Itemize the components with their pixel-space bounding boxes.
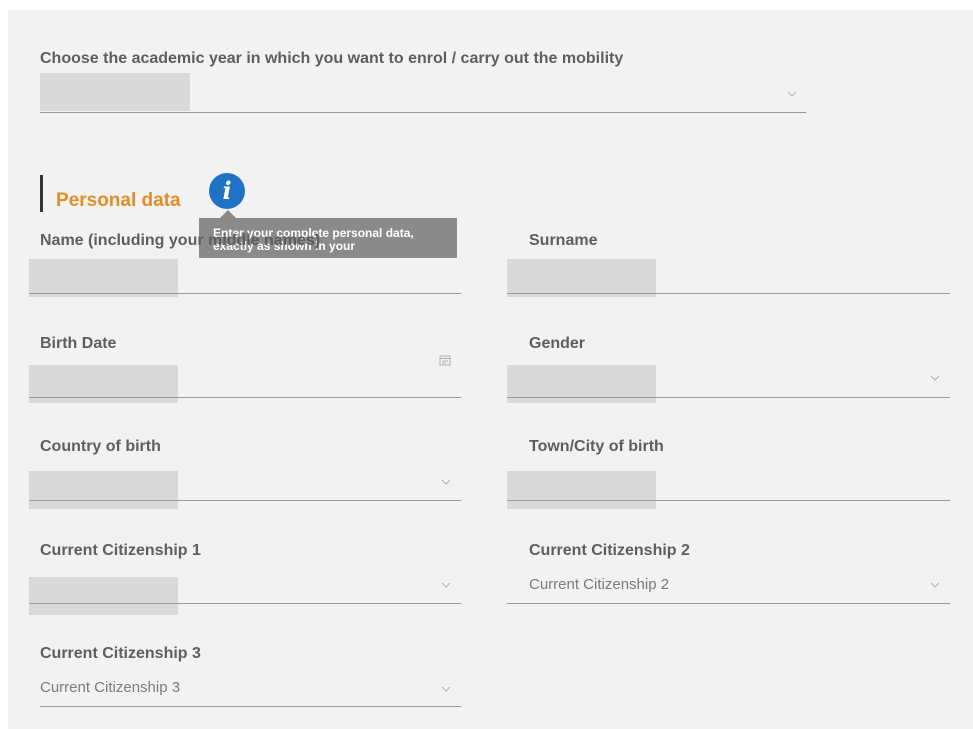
- chevron-down-icon[interactable]: [440, 581, 452, 589]
- country-of-birth-underline: [29, 500, 461, 501]
- calendar-icon[interactable]: [439, 353, 451, 366]
- citizenship-2-underline: [507, 603, 950, 604]
- academic-year-label: Choose the academic year in which you wa…: [40, 50, 624, 67]
- gender-underline: [507, 397, 950, 398]
- citizenship-1-select[interactable]: [29, 577, 178, 615]
- birth-date-underline: [29, 397, 461, 398]
- name-underline: [29, 293, 461, 294]
- town-of-birth-label: Town/City of birth: [529, 438, 664, 455]
- citizenship-1-underline: [29, 603, 461, 604]
- chevron-down-icon[interactable]: [786, 90, 798, 98]
- citizenship-3-underline: [40, 706, 461, 707]
- citizenship-3-label: Current Citizenship 3: [40, 645, 201, 662]
- citizenship-3-select[interactable]: Current Citizenship 3: [40, 679, 180, 696]
- section-title: Personal data: [56, 190, 181, 211]
- surname-input[interactable]: [507, 259, 656, 297]
- country-of-birth-label: Country of birth: [40, 438, 161, 455]
- chevron-down-icon[interactable]: [440, 478, 452, 486]
- chevron-down-icon[interactable]: [929, 581, 941, 589]
- name-input[interactable]: [29, 259, 178, 297]
- name-label: Name (including your middle names): [40, 232, 321, 249]
- tooltip-arrow: [220, 210, 236, 218]
- section-accent-bar: [40, 175, 43, 212]
- academic-year-underline: [40, 112, 806, 113]
- surname-label: Surname: [529, 232, 598, 249]
- birth-date-label: Birth Date: [40, 335, 117, 352]
- country-of-birth-select[interactable]: [29, 471, 178, 509]
- info-icon[interactable]: i: [209, 173, 245, 209]
- academic-year-select[interactable]: [40, 73, 190, 111]
- gender-label: Gender: [529, 335, 586, 352]
- citizenship-2-select[interactable]: Current Citizenship 2: [529, 576, 669, 593]
- citizenship-2-label: Current Citizenship 2: [529, 542, 690, 559]
- chevron-down-icon[interactable]: [440, 685, 452, 693]
- town-of-birth-input[interactable]: [507, 471, 656, 509]
- surname-underline: [507, 293, 950, 294]
- town-of-birth-underline: [507, 500, 950, 501]
- chevron-down-icon[interactable]: [929, 374, 941, 382]
- citizenship-1-label: Current Citizenship 1: [40, 542, 201, 559]
